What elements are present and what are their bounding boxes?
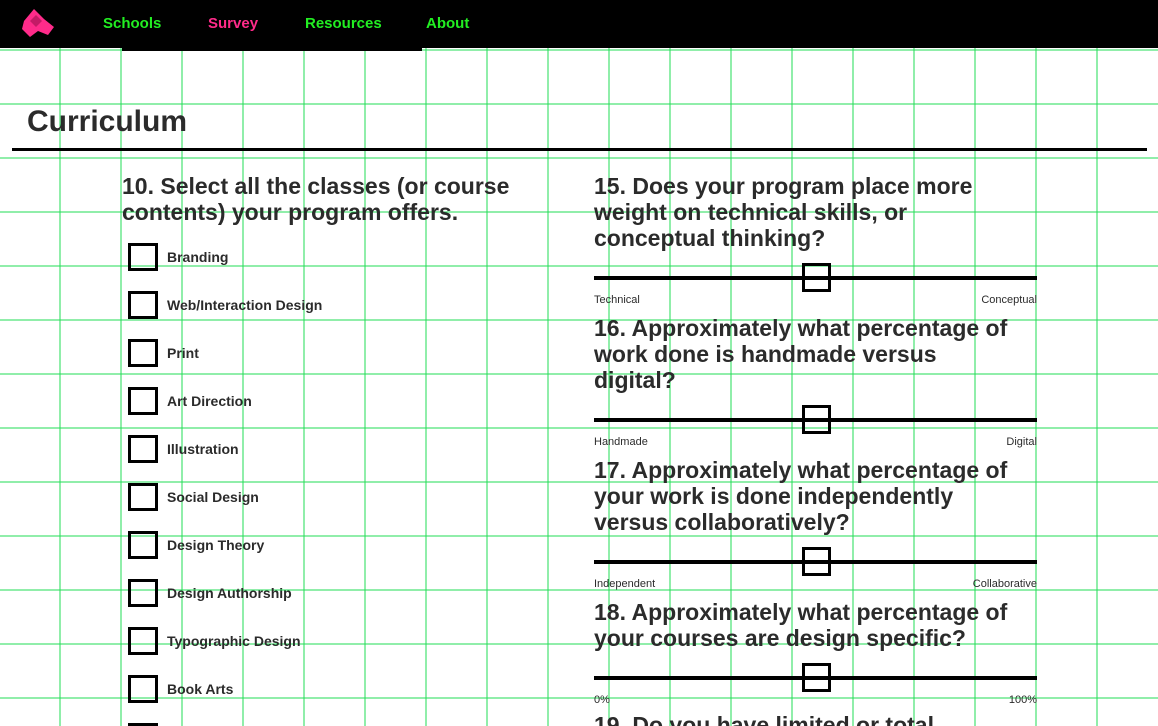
page-title: Curriculum — [27, 105, 188, 138]
question-10-title: 10. Select all the classes (or course co… — [122, 173, 509, 225]
question-title-line: versus collaboratively? — [594, 509, 850, 535]
checkbox[interactable] — [128, 339, 158, 367]
question-19-line-1: 19. Do you have limited or total — [594, 712, 934, 726]
question-title-line: digital? — [594, 367, 676, 393]
checkbox[interactable] — [128, 579, 158, 607]
slider-question-title: 18. Approximately what percentage of your… — [594, 599, 1007, 651]
slider-max-label: Conceptual — [981, 294, 1037, 306]
question-title-line: work done is handmade versus — [594, 341, 937, 367]
checkbox-label: Print — [167, 345, 199, 361]
slider-thumb[interactable] — [802, 547, 831, 576]
checkbox-label: Social Design — [167, 489, 259, 505]
slider-thumb[interactable] — [802, 405, 831, 434]
nav-resources[interactable]: Resources — [305, 15, 382, 32]
nav-about[interactable]: About — [426, 15, 469, 32]
slider-min-label: 0% — [594, 694, 610, 706]
survey-page: Schools Survey Resources About Curriculu… — [0, 0, 1158, 726]
checkbox[interactable] — [128, 483, 158, 511]
checkbox-label: Design Authorship — [167, 585, 292, 601]
slider-question-title: 17. Approximately what percentage of your… — [594, 457, 1007, 535]
question-title-line: 15. Does your program place more — [594, 173, 973, 199]
top-nav: Schools Survey Resources About — [0, 0, 1158, 48]
range-slider[interactable]: 0% 100% — [594, 663, 1037, 709]
range-slider[interactable]: Technical Conceptual — [594, 263, 1037, 309]
question-title-line: conceptual thinking? — [594, 225, 826, 251]
question-title-line: 18. Approximately what percentage of — [594, 599, 1008, 625]
slider-min-label: Technical — [594, 294, 640, 306]
checkbox[interactable] — [128, 627, 158, 655]
question-title-line: weight on technical skills, or — [594, 199, 908, 225]
checkbox-label: Illustration — [167, 441, 239, 457]
nav-survey[interactable]: Survey — [208, 15, 258, 32]
checkbox-label: Branding — [167, 249, 229, 265]
question-10-line-2: contents) your program offers. — [122, 199, 459, 225]
slider-min-label: Handmade — [594, 436, 648, 448]
checkbox[interactable] — [128, 387, 158, 415]
checkbox-label: Web/Interaction Design — [167, 297, 323, 313]
range-slider[interactable]: Handmade Digital — [594, 405, 1037, 451]
checkbox[interactable] — [128, 531, 158, 559]
slider-question-title: 15. Does your program place more weight o… — [594, 173, 972, 251]
nav-active-underline — [122, 48, 422, 51]
checkbox-label: Book Arts — [167, 681, 234, 697]
slider-thumb[interactable] — [802, 263, 831, 292]
slider-question-title: 16. Approximately what percentage of work… — [594, 315, 1007, 393]
checkbox[interactable] — [128, 435, 158, 463]
slider-max-label: Digital — [1006, 436, 1037, 448]
range-slider[interactable]: Independent Collaborative — [594, 547, 1037, 593]
slider-thumb[interactable] — [802, 663, 831, 692]
slider-max-label: 100% — [1008, 694, 1037, 706]
checkbox[interactable] — [128, 675, 158, 703]
checkbox-label: Design Theory — [167, 537, 265, 553]
checkbox[interactable] — [128, 243, 158, 271]
question-title-line: 16. Approximately what percentage of — [594, 315, 1008, 341]
nav-schools[interactable]: Schools — [103, 15, 161, 32]
slider-min-label: Independent — [594, 578, 656, 590]
question-title-line: your work is done independently — [594, 483, 954, 509]
question-title-line: 17. Approximately what percentage of — [594, 457, 1008, 483]
question-10-line-1: 10. Select all the classes (or course — [122, 173, 510, 199]
checkbox-label: Art Direction — [167, 393, 252, 409]
checkbox[interactable] — [128, 291, 158, 319]
slider-max-label: Collaborative — [972, 578, 1037, 590]
checkbox-label: Typographic Design — [167, 633, 301, 649]
title-divider — [12, 148, 1147, 151]
logo-icon[interactable] — [20, 7, 56, 39]
question-19-title: 19. Do you have limited or total — [594, 712, 934, 726]
question-title-line: your courses are design specific? — [594, 625, 966, 651]
